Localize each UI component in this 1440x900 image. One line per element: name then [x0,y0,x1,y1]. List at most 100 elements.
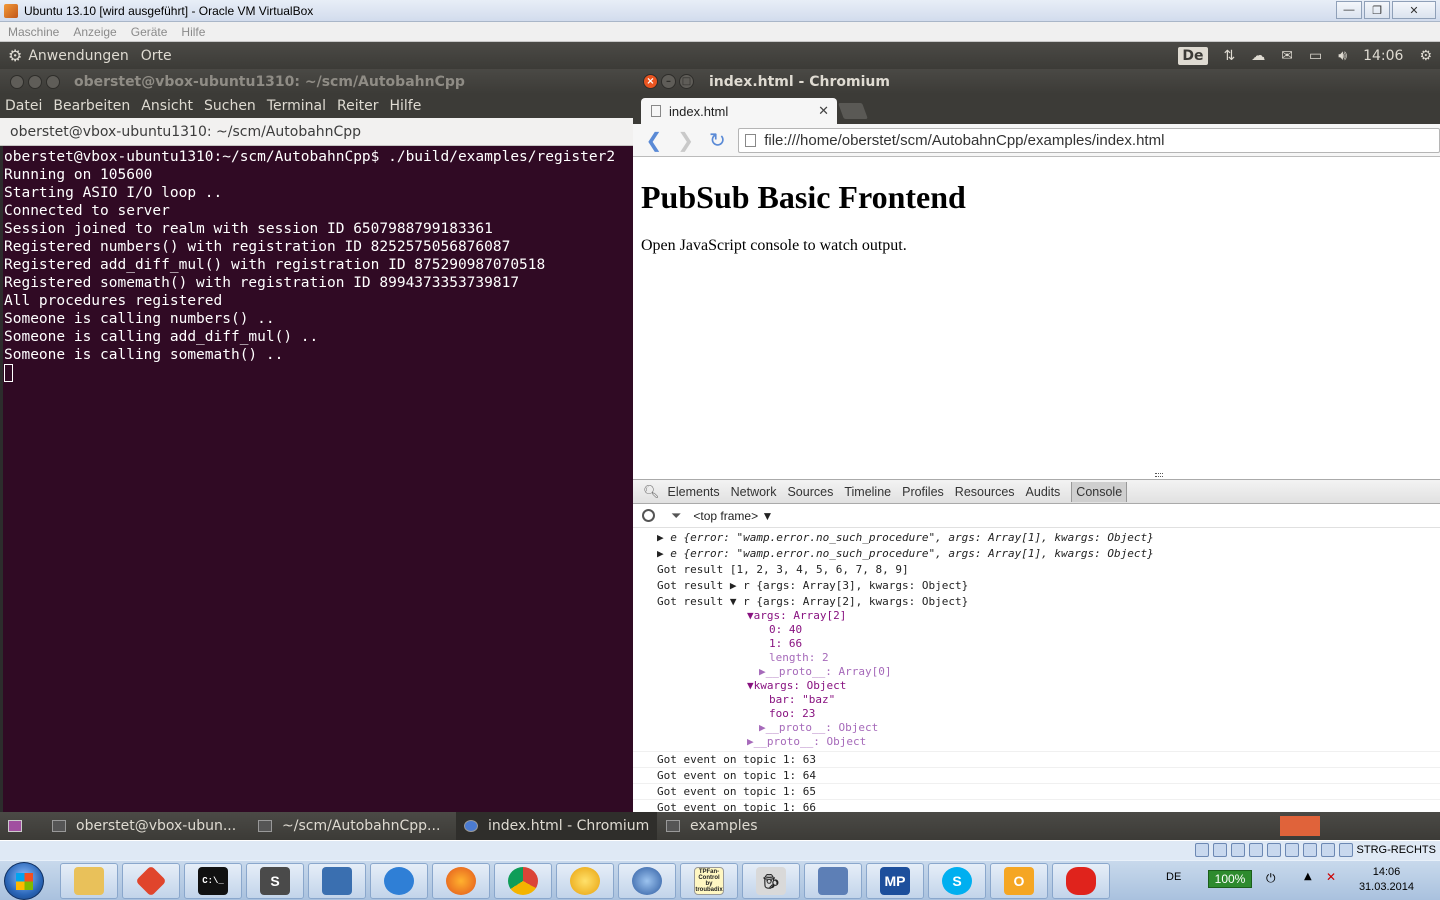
cloud-icon[interactable]: ☁ [1251,48,1265,64]
terminal-menu-suchen[interactable]: Suchen [204,98,256,114]
taskbar-mp[interactable]: MP [866,863,924,899]
taskbar-git[interactable] [122,863,180,899]
minimize-icon[interactable] [28,74,42,89]
window-list-item-terminal[interactable]: oberstet@vbox-ubun... [52,812,236,840]
browser-tab[interactable]: index.html ✕ [641,98,837,124]
taskbar-canary[interactable] [556,863,614,899]
battery-indicator[interactable]: 100% [1208,870,1252,888]
vm-hdd-icon[interactable] [1194,843,1209,857]
maximize-icon[interactable] [46,74,60,89]
menu-anzeige[interactable]: Anzeige [73,25,116,39]
terminal-menu-ansicht[interactable]: Ansicht [141,98,193,114]
address-bar[interactable]: file:///home/oberstet/scm/AutobahnCpp/ex… [738,127,1440,153]
window-list-item-chromium[interactable]: index.html - Chromium [456,812,658,840]
terminal-tab-label: oberstet@vbox-ubuntu1310: ~/scm/Autobahn… [10,123,362,140]
vm-network-icon[interactable] [1248,843,1263,857]
terminal-menu-bearbeiten[interactable]: Bearbeiten [53,98,130,114]
taskbar-spy[interactable]: 🕵︎ [742,863,800,899]
mp-icon: MP [880,867,910,895]
vm-capture-icon[interactable] [1302,843,1317,857]
network-icon[interactable]: ⇅ [1224,48,1236,64]
windows-start-button[interactable] [4,862,44,900]
vm-shared-folder-icon[interactable] [1266,843,1281,857]
outlook-icon: O [1004,867,1034,895]
minimize-button[interactable]: — [1336,1,1362,19]
system-gear-icon[interactable]: ⚙ [8,46,22,65]
console-error-1[interactable]: ▶ e {error: "wamp.error.no_such_procedur… [657,530,1154,546]
power-plug-icon[interactable]: ⏻ [1266,871,1276,886]
console-tree-proto[interactable]: ▶__proto__: Object [747,734,866,750]
taskbar-putty[interactable] [308,863,366,899]
search-icon[interactable]: 🔍︎ [643,484,660,500]
taskbar-cmd[interactable]: C:\_ [184,863,242,899]
vm-host-key-icon[interactable] [1338,843,1353,857]
vm-display-icon[interactable] [1284,843,1299,857]
taskbar-firefox[interactable] [432,863,490,899]
session-gear-icon[interactable]: ⚙ [1419,48,1432,64]
filter-icon[interactable]: ⏷ [671,508,681,524]
back-icon[interactable]: ❮ [643,128,665,152]
devtools-tab-network[interactable]: Network [731,482,777,502]
maximize-icon[interactable]: □ [679,74,694,89]
vm-usb-icon[interactable] [1230,843,1245,857]
taskbar-virtualbox[interactable] [804,863,862,899]
close-icon[interactable] [10,74,24,89]
terminal-menu-hilfe[interactable]: Hilfe [389,98,421,114]
close-button[interactable]: ✕ [1392,1,1436,19]
terminal-menu-datei[interactable]: Datei [5,98,42,114]
keyboard-layout-indicator[interactable]: De [1178,46,1208,65]
terminal-tab[interactable]: oberstet@vbox-ubuntu1310: ~/scm/Autobahn… [0,118,633,146]
new-tab-button[interactable] [838,103,868,119]
terminal-output[interactable]: oberstet@vbox-ubuntu1310:~/scm/AutobahnC… [3,146,633,812]
show-desktop-icon[interactable] [8,812,32,840]
taskbar-thunderbird[interactable] [618,863,676,899]
menu-geraete[interactable]: Geräte [131,25,168,39]
maximize-button[interactable]: ❐ [1364,1,1390,19]
taskbar-explorer[interactable] [60,863,118,899]
close-icon[interactable]: × [643,74,658,89]
menu-hilfe[interactable]: Hilfe [181,25,205,39]
show-hidden-icons-icon[interactable]: ▲ [1304,871,1312,882]
taskbar-ie[interactable] [370,863,428,899]
reload-icon[interactable]: ↻ [706,128,728,152]
devtools-tab-console[interactable]: Console [1071,481,1128,502]
tab-close-icon[interactable]: ✕ [818,103,829,119]
devtools-tab-resources[interactable]: Resources [955,482,1015,502]
taskbar-chrome[interactable] [494,863,552,899]
taskbar-skype[interactable]: S [928,863,986,899]
language-indicator[interactable]: DE [1166,871,1181,883]
console-result-2[interactable]: Got result ▶ r {args: Array[3], kwargs: … [657,578,968,594]
terminal-menu-reiter[interactable]: Reiter [337,98,378,114]
devtools-tab-sources[interactable]: Sources [787,482,833,502]
clear-console-icon[interactable] [642,509,655,522]
devtools-tab-audits[interactable]: Audits [1026,482,1061,502]
taskbar-outlook[interactable]: O [990,863,1048,899]
panel-clock[interactable]: 14:06 [1363,48,1403,64]
window-list-item-examples[interactable]: examples [666,812,758,840]
vm-mouse-icon[interactable] [1320,843,1335,857]
menu-maschine[interactable]: Maschine [8,25,59,39]
windows-clock[interactable]: 14:06 31.03.2014 [1359,865,1414,895]
devtools-tab-profiles[interactable]: Profiles [902,482,944,502]
terminal-menu-terminal[interactable]: Terminal [267,98,326,114]
battery-icon[interactable]: ▭ [1309,48,1322,64]
forward-icon[interactable]: ❯ [675,128,697,152]
taskbar-sublime[interactable]: S [246,863,304,899]
vm-cd-icon[interactable] [1212,843,1227,857]
terminal-menu-bar: Datei Bearbeiten Ansicht Suchen Terminal… [0,94,633,118]
workspace-switcher[interactable] [1280,816,1320,836]
window-list-item-folder[interactable]: ~/scm/AutobahnCpp... [258,812,440,840]
devtools-tab-elements[interactable]: Elements [668,482,720,502]
console-error-2[interactable]: ▶ e {error: "wamp.error.no_such_procedur… [657,546,1154,562]
minimize-icon[interactable]: – [661,74,676,89]
volume-icon[interactable]: 🔊︎ [1338,48,1347,64]
console-output[interactable]: ▶ e {error: "wamp.error.no_such_procedur… [633,528,1440,812]
network-status-icon[interactable]: ✕ [1326,870,1336,884]
taskbar-tpfancontrol[interactable]: TPFan-Control by troubadix [680,863,738,899]
frame-selector[interactable]: <top frame> ▼ [693,509,773,523]
menu-orte[interactable]: Orte [141,48,172,64]
mail-icon[interactable]: ✉ [1281,48,1293,64]
devtools-tab-timeline[interactable]: Timeline [844,482,891,502]
menu-anwendungen[interactable]: Anwendungen [28,48,128,64]
taskbar-splat[interactable] [1052,863,1110,899]
